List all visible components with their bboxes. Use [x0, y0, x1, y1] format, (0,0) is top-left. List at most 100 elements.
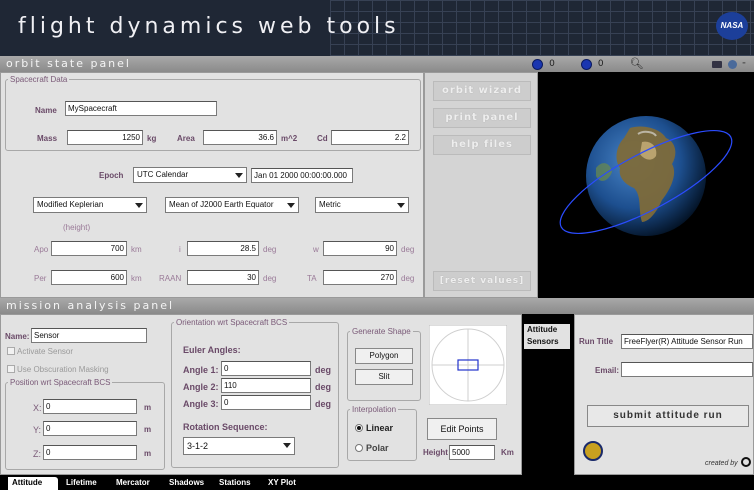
angle-3-label: Angle 3: — [183, 399, 219, 409]
rotation-sequence-select[interactable]: 3-1-2 — [183, 437, 295, 455]
spacecraft-name-input[interactable]: MySpacecraft — [65, 101, 217, 116]
orbit-state-panel-bar: orbit state panel 0 0 🔍︎ ╴ — [0, 56, 754, 72]
tab-mercator[interactable]: Mercator — [112, 477, 150, 490]
epoch-label: Epoch — [99, 171, 124, 180]
position-x-input[interactable]: 0 — [43, 399, 137, 414]
units-value: Metric — [319, 200, 341, 209]
height-note: (height) — [63, 223, 91, 232]
per-unit: km — [131, 274, 142, 283]
orbit-panel-title: orbit state panel — [6, 57, 131, 70]
tab-stations[interactable]: Stations — [215, 477, 251, 490]
tab-xy-plot[interactable]: XY Plot — [264, 477, 296, 490]
nasa-logo: NASA — [716, 12, 748, 40]
x-label: X: — [33, 403, 42, 413]
polygon-button[interactable]: Polygon — [355, 348, 413, 364]
agency-seal-icon — [583, 441, 603, 461]
cd-input[interactable]: 2.2 — [331, 130, 409, 145]
y-unit: m — [144, 425, 152, 434]
edit-points-button[interactable]: Edit Points — [427, 418, 497, 440]
polar-radio[interactable]: Polar — [355, 443, 389, 453]
true-anomaly-input[interactable]: 270 — [323, 270, 397, 285]
epoch-format-value: UTC Calendar — [137, 170, 189, 179]
inclination-label: i — [179, 245, 181, 254]
polar-label: Polar — [366, 443, 389, 453]
app-title: flight dynamics web tools — [18, 14, 400, 39]
earth-dot-icon[interactable] — [532, 58, 544, 70]
rotation-sequence-label: Rotation Sequence: — [183, 422, 268, 432]
activate-sensor-checkbox[interactable]: Activate Sensor — [7, 347, 73, 356]
orbit-tools-column: orbit wizard print panel help files [res… — [424, 72, 538, 298]
camera-icon[interactable] — [711, 60, 722, 68]
arg-perigee-label: w — [313, 245, 319, 254]
arg-perigee-input[interactable]: 90 — [323, 241, 397, 256]
reference-frame-select[interactable]: Mean of J2000 Earth Equator — [165, 197, 299, 213]
generate-shape-legend: Generate Shape — [352, 327, 411, 336]
toolbar-count-2: 0 — [597, 59, 604, 69]
zoom-icon[interactable]: 🔍︎ — [630, 56, 644, 72]
slit-button[interactable]: Slit — [355, 369, 413, 385]
analysis-side-tabs: Attitude Sensors — [522, 314, 574, 475]
submit-attitude-run-button[interactable]: submit attitude run — [587, 405, 749, 427]
orbit-wizard-button[interactable]: orbit wizard — [433, 81, 531, 101]
position-y-input[interactable]: 0 — [43, 421, 137, 436]
email-input[interactable] — [621, 362, 753, 377]
side-tab-sensors[interactable]: Sensors — [524, 336, 570, 349]
orbit-toolbar: 0 0 🔍︎ ╴ — [532, 56, 754, 72]
tab-lifetime[interactable]: Lifetime — [62, 477, 97, 490]
area-unit: m^2 — [281, 134, 298, 143]
pointer-icon[interactable]: ╴ — [743, 56, 748, 72]
analysis-tab-bar: Attitude Lifetime Mercator Shadows Stati… — [0, 475, 754, 490]
apo-unit: km — [131, 245, 142, 254]
angle-2-unit: deg — [315, 382, 332, 392]
sensor-shape-preview[interactable] — [429, 325, 507, 405]
sensor-name-input[interactable]: Sensor — [31, 328, 147, 343]
linear-radio[interactable]: Linear — [355, 423, 393, 433]
orbit-dot-icon[interactable] — [580, 58, 592, 70]
radio-selected-icon — [355, 424, 363, 432]
mission-analysis-panel: Name: Sensor Activate Sensor Use Obscura… — [0, 314, 522, 475]
toolbar-count-1: 0 — [549, 59, 555, 69]
epoch-value-input[interactable]: Jan 01 2000 00:00:00.000 — [251, 168, 353, 183]
chevron-down-icon — [283, 443, 291, 448]
globe-icon[interactable] — [727, 59, 737, 69]
radio-empty-icon — [355, 444, 363, 452]
mass-label: Mass — [37, 134, 58, 143]
angle-1-input[interactable]: 0 — [221, 361, 311, 376]
chevron-down-icon — [397, 203, 405, 208]
per-input[interactable]: 600 — [51, 270, 127, 285]
inclination-unit: deg — [263, 245, 277, 254]
email-label: Email: — [595, 366, 620, 375]
raan-unit: deg — [263, 274, 277, 283]
print-panel-button[interactable]: print panel — [433, 108, 531, 128]
raan-input[interactable]: 30 — [187, 270, 259, 285]
name-label: Name — [35, 106, 57, 115]
true-anomaly-unit: deg — [401, 274, 415, 283]
apo-label: Apo — [34, 245, 49, 254]
run-title-input[interactable]: FreeFlyer(R) Attitude Sensor Run — [621, 334, 753, 349]
mass-input[interactable]: 1250 — [67, 130, 143, 145]
height-input[interactable]: 5000 — [449, 445, 495, 460]
earth-orbit-view[interactable] — [538, 72, 754, 298]
angle-2-input[interactable]: 110 — [221, 378, 311, 393]
mass-unit: kg — [147, 134, 157, 143]
help-files-button[interactable]: help files — [433, 135, 531, 155]
area-input[interactable]: 36.6 — [203, 130, 277, 145]
tab-attitude[interactable]: Attitude — [8, 477, 58, 490]
element-type-select[interactable]: Modified Keplerian — [33, 197, 147, 213]
tab-shadows[interactable]: Shadows — [165, 477, 204, 490]
position-z-input[interactable]: 0 — [43, 445, 137, 460]
obscuration-checkbox[interactable]: Use Obscuration Masking — [7, 365, 109, 374]
spacecraft-data-legend: Spacecraft Data — [10, 75, 68, 84]
units-select[interactable]: Metric — [315, 197, 409, 213]
apo-input[interactable]: 700 — [51, 241, 127, 256]
chevron-down-icon — [235, 173, 243, 178]
epoch-format-select[interactable]: UTC Calendar — [133, 167, 247, 183]
position-legend: Position wrt Spacecraft BCS — [10, 378, 111, 387]
app-banner: flight dynamics web tools NASA — [0, 0, 754, 56]
angle-3-input[interactable]: 0 — [221, 395, 311, 410]
z-unit: m — [144, 449, 152, 458]
reset-values-button[interactable]: [reset values] — [433, 271, 531, 291]
euler-angles-label: Euler Angles: — [183, 345, 241, 355]
inclination-input[interactable]: 28.5 — [187, 241, 259, 256]
cd-label: Cd — [317, 134, 328, 143]
